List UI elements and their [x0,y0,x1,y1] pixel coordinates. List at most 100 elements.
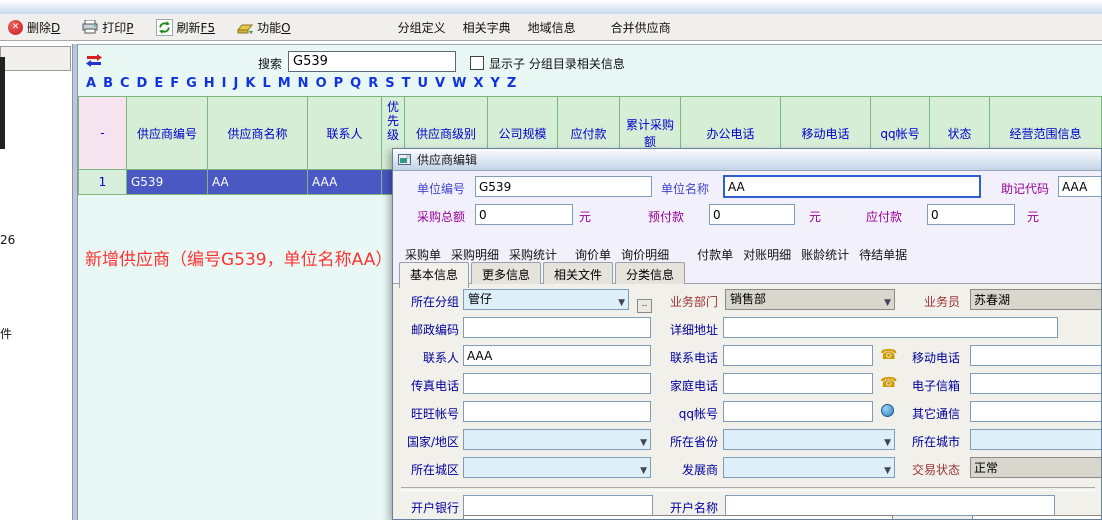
refresh-icon [156,19,173,36]
print-button[interactable]: 打印P [82,19,133,36]
alphabet-link[interactable]: G [186,76,197,91]
alphabet-link[interactable]: H [204,76,215,91]
reconcile-detail-link[interactable]: 对账明细 [743,246,791,263]
aging-stats-link[interactable]: 账龄统计 [801,246,849,263]
district-combo[interactable]: ▼ [463,457,651,478]
group-combo[interactable]: 管仔▼ [463,289,629,310]
tab-related-files[interactable]: 相关文件 [543,262,613,284]
group-more-button[interactable]: .. [637,299,652,313]
bank-field[interactable] [463,495,653,516]
phone-field[interactable] [723,345,873,366]
home-phone-field[interactable] [723,373,873,394]
supplier-no-cell[interactable]: G539 [127,170,208,195]
country-combo[interactable]: ▼ [463,429,651,450]
salesman-field[interactable] [970,289,1102,310]
developer-combo[interactable]: ▼ [723,457,895,478]
clipped-field[interactable] [972,515,1102,520]
payable-field[interactable] [927,204,1015,225]
other-im-field[interactable] [970,401,1102,422]
main-toolbar: ✕ 删除D 打印P 刷新F5 功能O 分组定义 相关字典 地域信息 合并供应商 [0,14,1102,41]
function-button[interactable]: 功能O [237,19,290,36]
city-field[interactable] [970,429,1102,450]
mnemonic-field[interactable] [1058,176,1102,197]
alphabet-link[interactable]: J [234,76,239,91]
mobile-field[interactable] [970,345,1102,366]
unit-name-label: 单位名称 [645,180,709,197]
alphabet-link[interactable]: Z [507,76,516,91]
alphabet-link[interactable]: B [103,76,113,91]
inquiry-detail-link[interactable]: 询价明细 [621,246,669,263]
supplier-name-cell[interactable]: AA [208,170,308,195]
prepaid-field[interactable] [709,204,795,225]
refresh-button[interactable]: 刷新F5 [156,19,216,36]
bank-name-field[interactable] [725,495,1055,516]
tab-more-info[interactable]: 更多信息 [471,262,541,284]
purchase-order-link[interactable]: 采购单 [405,246,441,263]
swap-arrows-icon[interactable] [86,53,102,67]
menu-related-dict[interactable]: 相关字典 [458,16,516,39]
tab-category-info[interactable]: 分类信息 [615,262,685,284]
delete-button[interactable]: ✕ 删除D [8,19,60,36]
alphabet-link[interactable]: X [473,76,483,91]
unit-no-field[interactable] [475,176,652,197]
group-label: 所在分组 [397,293,459,310]
purchase-total-field[interactable] [475,204,573,225]
col-supplier-no[interactable]: 供应商编号 [127,96,208,170]
alphabet-link[interactable]: U [417,76,428,91]
menu-merge-supplier[interactable]: 合并供应商 [606,16,676,39]
alphabet-link[interactable]: C [120,76,130,91]
payable-label: 应付款 [838,208,902,225]
clipped-field[interactable] [463,515,893,520]
row-index-cell[interactable]: 1 [78,170,127,195]
col-supplier-name[interactable]: 供应商名称 [208,96,308,170]
address-field[interactable] [723,317,1058,338]
contact-field[interactable] [463,345,651,366]
alphabet-link[interactable]: O [316,76,327,91]
developer-label: 发展商 [656,461,718,478]
alphabet-link[interactable]: Y [490,76,499,91]
alphabet-link[interactable]: M [278,76,291,91]
alphabet-link[interactable]: L [262,76,270,91]
show-sub-checkbox[interactable] [470,56,484,70]
alphabet-link[interactable]: F [170,76,179,91]
col-row-marker[interactable]: - [78,96,127,170]
dialog-tabs: 基本信息 更多信息 相关文件 分类信息 [399,262,687,284]
tab-basic-info[interactable]: 基本信息 [399,262,469,288]
trade-status-field[interactable] [970,457,1102,478]
alphabet-link[interactable]: N [298,76,309,91]
contact-cell[interactable]: AAA [308,170,382,195]
menu-group-define[interactable]: 分组定义 [393,16,451,39]
province-combo[interactable]: ▼ [723,429,895,450]
purchase-stats-link[interactable]: 采购统计 [509,246,557,263]
alphabet-link[interactable]: K [245,76,255,91]
alphabet-link[interactable]: E [154,76,163,91]
fax-field[interactable] [463,373,651,394]
col-contact[interactable]: 联系人 [308,96,382,170]
alphabet-link[interactable]: T [402,76,411,91]
zip-field[interactable] [463,317,651,338]
payment-link[interactable]: 付款单 [697,246,733,263]
qq-icon[interactable] [881,404,894,417]
inquiry-link[interactable]: 询价单 [575,246,611,263]
alphabet-link[interactable]: Q [350,76,361,91]
alphabet-link[interactable]: S [385,76,394,91]
email-field[interactable] [970,373,1102,394]
alphabet-link[interactable]: D [137,76,148,91]
alphabet-link[interactable]: V [435,76,445,91]
alphabet-link[interactable]: I [222,76,227,91]
menu-region-info[interactable]: 地域信息 [523,16,581,39]
alphabet-link[interactable]: W [452,76,466,91]
dialog-titlebar[interactable]: 供应商编辑 [393,149,1101,171]
pending-docs-link[interactable]: 待结单据 [859,246,907,263]
other-im-label: 其它通信 [894,405,960,422]
purchase-detail-link[interactable]: 采购明细 [451,246,499,263]
dept-combo[interactable]: 销售部▼ [725,289,895,310]
email-label: 电子信箱 [894,377,960,394]
wangwang-field[interactable] [463,401,651,422]
alphabet-link[interactable]: A [86,76,96,91]
alphabet-link[interactable]: P [334,76,344,91]
unit-name-field[interactable] [723,175,981,198]
search-input[interactable] [288,51,456,72]
qq-field[interactable] [723,401,873,422]
alphabet-link[interactable]: R [368,76,378,91]
